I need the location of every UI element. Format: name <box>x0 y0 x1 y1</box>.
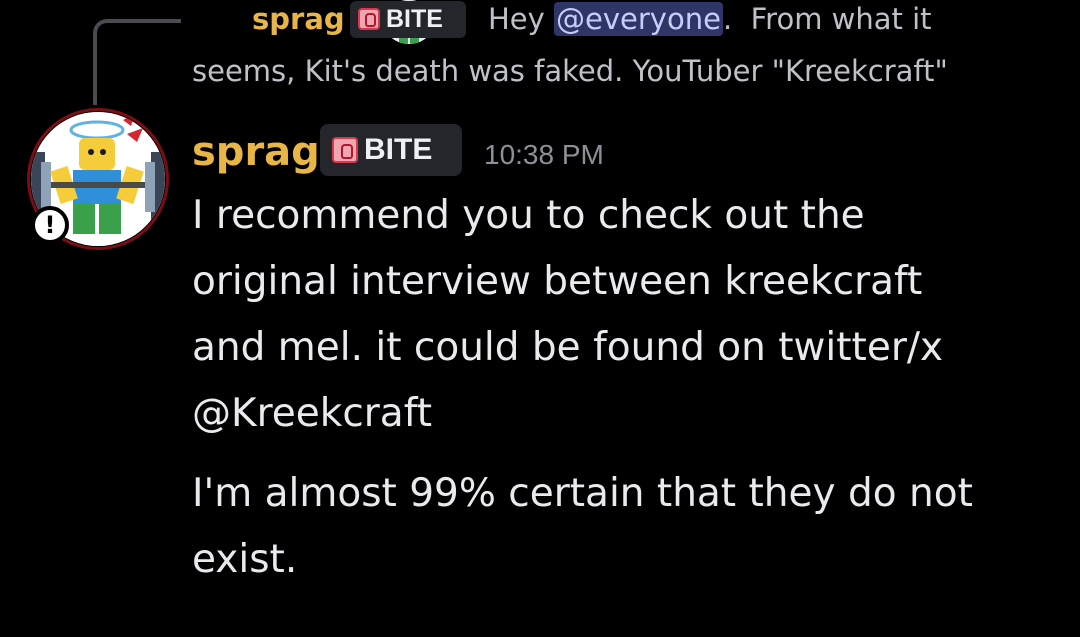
reply-text-prefix: Hey <box>488 2 545 36</box>
message-line: exist. <box>192 537 298 582</box>
tag-label: BITE <box>364 133 433 166</box>
author-avatar[interactable]: ! <box>27 108 169 250</box>
reply-tag-label: BITE <box>386 5 443 33</box>
server-tag[interactable]: BITE <box>320 124 462 176</box>
reply-server-tag[interactable]: BITE <box>350 1 466 38</box>
bite-tag-icon <box>332 137 358 163</box>
author-name[interactable]: sprag <box>192 124 320 180</box>
reply-first-line: sprag BITE Hey @everyone. From what it <box>192 0 1062 44</box>
everyone-mention[interactable]: @everyone <box>554 2 723 36</box>
message-line: I'm almost 99% certain that they do not <box>192 471 973 516</box>
message-line: original interview between kreekcraft <box>192 259 923 304</box>
reply-text-suffix: . From what it <box>722 2 932 36</box>
message-timestamp: 10:38 PM <box>484 139 604 170</box>
message-paragraph-2: I'm almost 99% certain that they do not … <box>192 461 1052 593</box>
reply-text-line-2: seems, Kit's death was faked. YouTuber "… <box>192 54 948 88</box>
alert-icon: ! <box>31 206 69 244</box>
message-line: and mel. it could be found on twitter/x <box>192 325 944 370</box>
message-line: I recommend you to check out the <box>192 193 865 238</box>
message-paragraph-1: I recommend you to check out the origina… <box>192 183 1052 447</box>
message-line: @Kreekcraft <box>192 391 433 436</box>
reply-connector-line <box>93 19 181 105</box>
bite-tag-icon <box>358 8 380 30</box>
reply-text: Hey @everyone. From what it <box>488 0 932 44</box>
reply-author-name[interactable]: sprag <box>252 0 345 44</box>
